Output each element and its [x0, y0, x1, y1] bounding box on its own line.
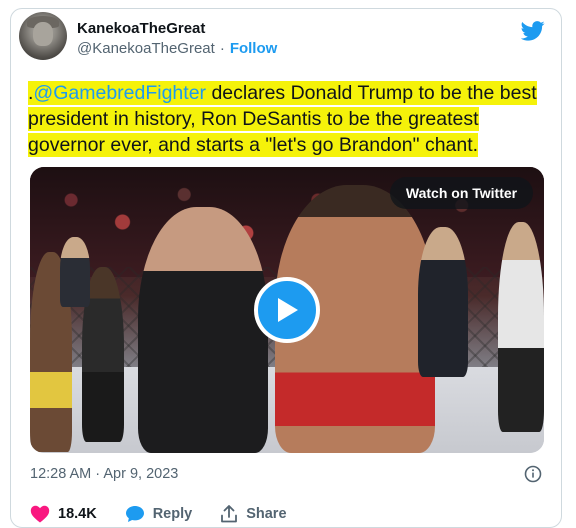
reply-button[interactable]: Reply [125, 505, 193, 523]
share-button[interactable]: Share [220, 505, 287, 523]
tweet-timestamp[interactable]: 12:28 AM · Apr 9, 2023 [30, 466, 178, 482]
share-label: Share [246, 506, 287, 522]
avatar-face [33, 22, 53, 46]
tweet-highlight: .@GamebredFighter declares Donald Trump … [28, 81, 537, 157]
reply-label: Reply [152, 506, 193, 522]
mention-link[interactable]: @GamebredFighter [33, 82, 206, 104]
separator: · [219, 40, 225, 57]
official-figure [60, 237, 90, 307]
reply-bubble-icon [125, 506, 144, 522]
tweet-text: .@GamebredFighter declares Donald Trump … [28, 80, 558, 158]
info-icon[interactable] [524, 465, 542, 483]
tweet-actions: 18.4K Reply Share [30, 505, 315, 523]
author-name[interactable]: KanekoaTheGreat [77, 20, 205, 37]
watch-on-twitter-button[interactable]: Watch on Twitter [390, 177, 533, 209]
interviewer-figure [138, 207, 268, 453]
twitter-bird-icon[interactable] [521, 21, 545, 41]
play-button[interactable] [254, 277, 320, 343]
author-handle[interactable]: @KanekoaTheGreat [77, 40, 215, 57]
follow-button[interactable]: Follow [230, 40, 278, 57]
like-count: 18.4K [58, 506, 97, 522]
avatar[interactable] [19, 12, 67, 60]
author-handle-line: @KanekoaTheGreat · Follow [77, 40, 277, 57]
share-icon [221, 505, 238, 523]
like-button[interactable]: 18.4K [30, 505, 97, 523]
heart-icon [30, 505, 50, 523]
referee-figure [418, 227, 468, 377]
play-icon [278, 298, 298, 322]
cornerman-figure [498, 222, 544, 432]
